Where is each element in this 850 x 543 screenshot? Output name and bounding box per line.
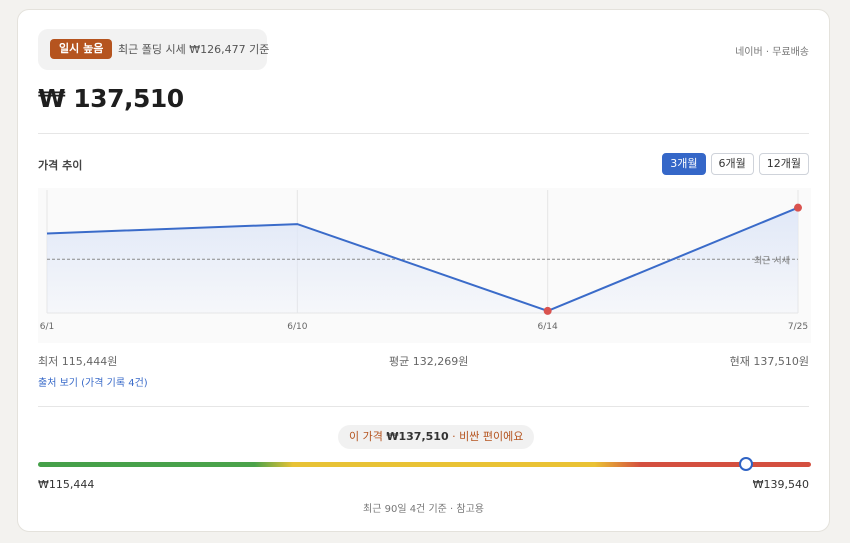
verdict-suffix: · 비싼 편이에요 [448, 430, 524, 443]
verdict-price: ₩137,510 [386, 430, 449, 443]
gauge-max-label: ₩139,540 [752, 478, 809, 491]
period-button-12m[interactable]: 12개월 [758, 153, 809, 175]
source-link[interactable]: 출처 보기 (가격 기록 4건) [38, 374, 148, 389]
reference-line-label: 최근 시세 [754, 255, 790, 266]
stat-avg: 평균 132,269원 [389, 355, 469, 368]
x-tick-label: 6/1 [40, 322, 54, 332]
footnote: 최근 90일 4건 기준 · 참고용 [363, 504, 484, 515]
price-gauge [38, 457, 811, 471]
gauge-min-label: ₩115,444 [38, 478, 95, 491]
price-trend-chart: 최근 시세 6/1 6/10 6/14 7/25 [38, 188, 811, 343]
status-badge: 일시 높음 [50, 39, 113, 59]
stat-min: 최저 115,444원 [38, 355, 118, 368]
x-tick-label: 6/10 [287, 322, 307, 332]
divider [38, 406, 809, 407]
verdict-prefix: 이 가격 [349, 430, 387, 443]
period-button-6m[interactable]: 6개월 [710, 153, 754, 175]
divider [38, 133, 809, 134]
period-button-3m[interactable]: 3개월 [662, 153, 706, 175]
recent-deal-text: 최근 폴딩 시세 ₩126,477 기준 [118, 43, 270, 56]
recent-deal-banner: 일시 높음 최근 폴딩 시세 ₩126,477 기준 [38, 29, 270, 70]
x-tick-label: 7/25 [788, 322, 808, 332]
data-point-marker [543, 306, 552, 315]
data-point-marker [794, 203, 802, 212]
chart-svg: 최근 시세 6/1 6/10 6/14 7/25 [38, 188, 811, 343]
period-selector: 3개월 6개월 12개월 [662, 153, 809, 175]
seller-info: 네이버 · 무료배송 [735, 47, 809, 58]
x-tick-label: 6/14 [538, 322, 558, 332]
gauge-marker [738, 457, 753, 471]
current-price: ₩ 137,510 [38, 84, 184, 113]
stat-current: 현재 137,510원 [729, 355, 809, 368]
price-card: 일시 높음 최근 폴딩 시세 ₩126,477 기준 네이버 · 무료배송 ₩ … [17, 9, 830, 532]
price-verdict: 이 가격 ₩137,510 · 비싼 편이에요 [338, 425, 535, 449]
trend-title: 가격 추이 [38, 159, 83, 172]
